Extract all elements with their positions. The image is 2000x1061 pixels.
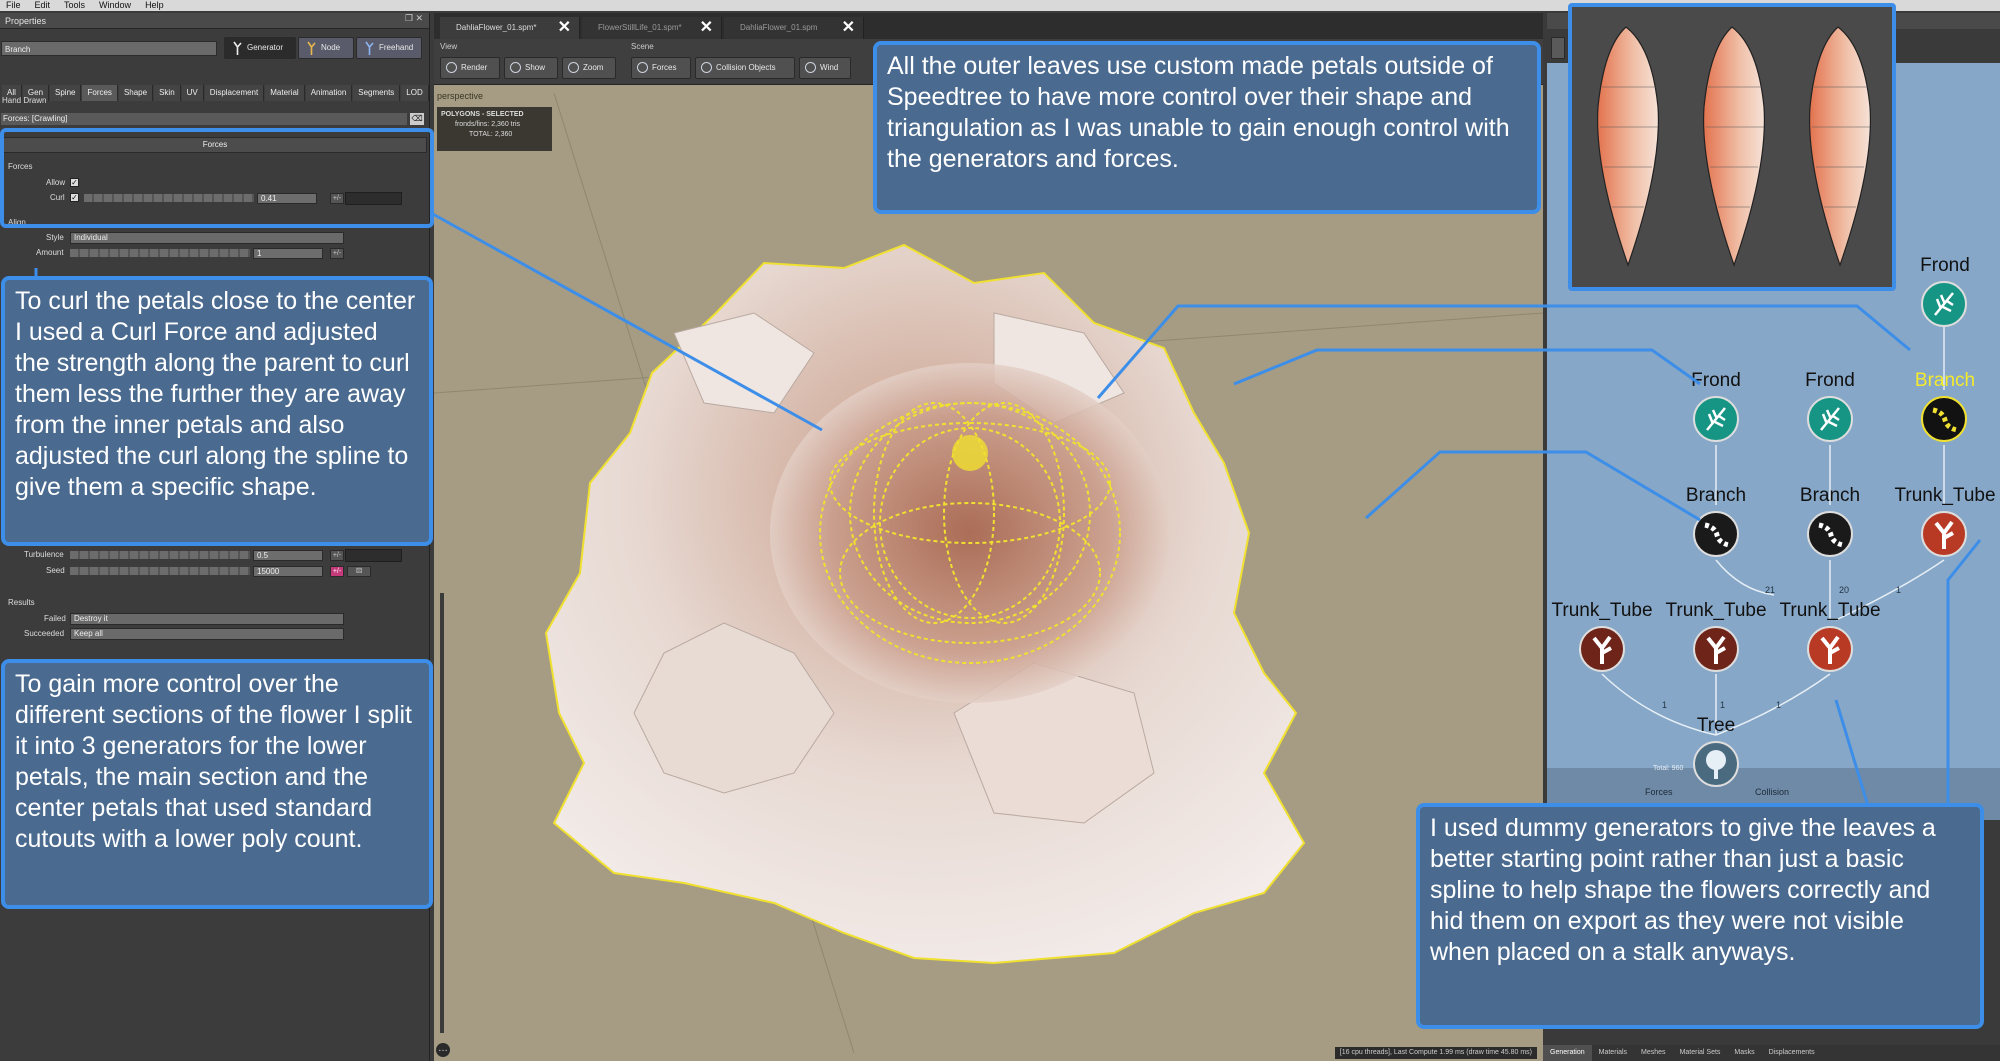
callout-curl-force: To curl the petals close to the center I… — [1, 276, 433, 546]
callout-custom-petals: All the outer leaves use custom made pet… — [873, 41, 1541, 214]
callout-generators: To gain more control over the different … — [1, 659, 433, 909]
callout-dummy-generators-text: I used dummy generators to give the leav… — [1430, 814, 1936, 966]
speedtree-window: { "menu": ["File", "Edit", "Tools", "Win… — [0, 0, 2000, 1061]
callout-custom-petals-text: All the outer leaves use custom made pet… — [887, 52, 1510, 173]
callout-generators-text: To gain more control over the different … — [15, 670, 412, 853]
callout-curl-force-text: To curl the petals close to the center I… — [15, 287, 416, 501]
callout-dummy-generators: I used dummy generators to give the leav… — [1416, 803, 1984, 1029]
